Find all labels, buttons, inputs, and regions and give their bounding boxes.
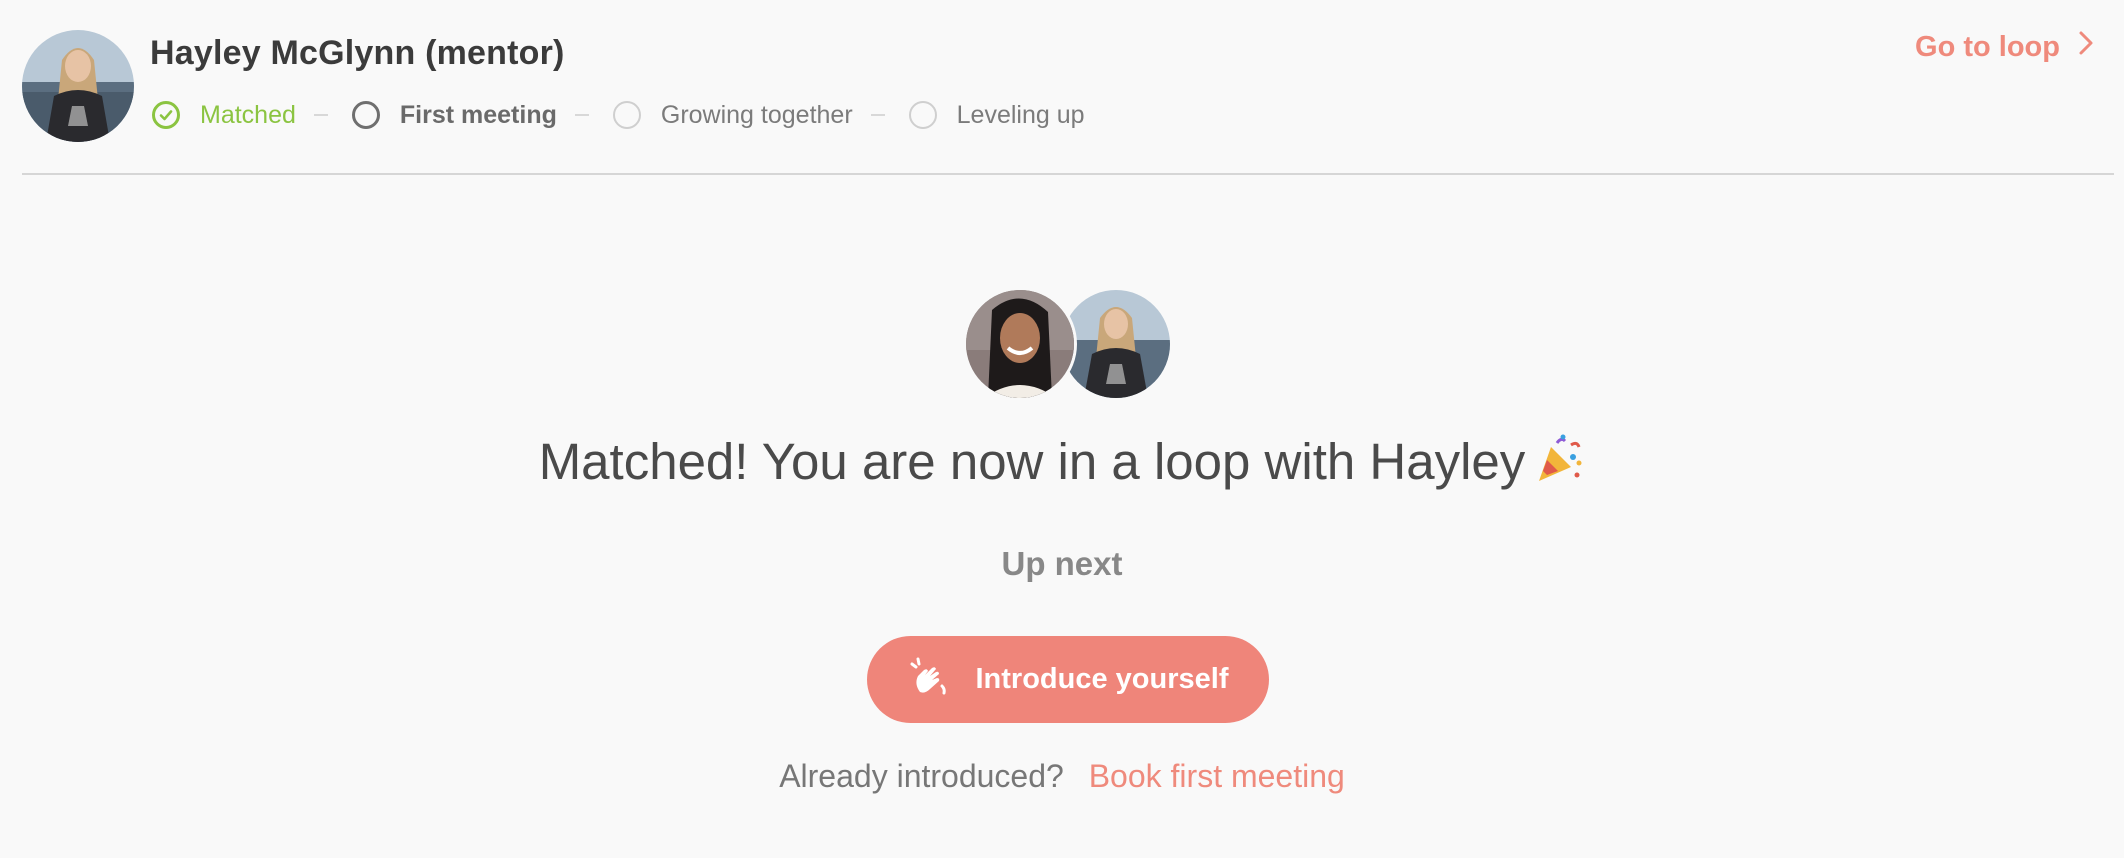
step-label: First meeting — [399, 100, 557, 129]
waving-hand-icon — [908, 656, 948, 704]
match-page: Hayley McGlynn (mentor) Matched First me… — [0, 0, 2124, 858]
party-popper-icon — [1533, 433, 1585, 497]
up-next-label: Up next — [1001, 545, 1123, 582]
already-introduced-text: Already introduced? — [779, 758, 1064, 794]
step-label: Matched — [200, 100, 296, 129]
go-to-loop-label: Go to loop — [1915, 30, 2060, 63]
loop-header: Hayley McGlynn (mentor) Matched First me… — [0, 0, 2124, 176]
chevron-right-icon — [2078, 30, 2094, 64]
circle-icon — [612, 101, 641, 129]
step-growing-together: Growing together — [612, 100, 853, 130]
step-first-meeting: First meeting — [351, 100, 557, 130]
introduce-yourself-button[interactable]: Introduce yourself — [867, 636, 1269, 723]
go-to-loop-link[interactable]: Go to loop — [1915, 30, 2094, 64]
progress-steps: Matched First meeting Growing together L… — [152, 96, 1085, 134]
mentee-avatar — [963, 287, 1077, 401]
step-leveling-up: Leveling up — [908, 100, 1085, 130]
header-divider — [22, 173, 2114, 175]
step-matched: Matched — [152, 101, 296, 130]
introduce-button-label: Introduce yourself — [975, 663, 1229, 695]
book-first-meeting-link[interactable]: Book first meeting — [1089, 758, 1345, 794]
check-circle-icon — [152, 101, 180, 129]
headline-text: Matched! You are now in a loop with Hayl… — [538, 433, 1526, 490]
step-separator — [870, 114, 885, 116]
step-separator — [574, 114, 589, 116]
match-headline: Matched! You are now in a loop with Hayl… — [0, 432, 2124, 497]
step-label: Growing together — [660, 100, 853, 129]
step-separator — [313, 114, 328, 116]
mentor-avatar[interactable] — [22, 30, 134, 142]
mentor-name: Hayley McGlynn (mentor) — [150, 34, 565, 72]
already-introduced-row: Already introduced? Book first meeting — [0, 758, 2124, 795]
step-label: Leveling up — [956, 100, 1085, 129]
matched-avatars — [963, 287, 1173, 401]
circle-icon — [351, 101, 380, 129]
circle-icon — [908, 101, 937, 129]
